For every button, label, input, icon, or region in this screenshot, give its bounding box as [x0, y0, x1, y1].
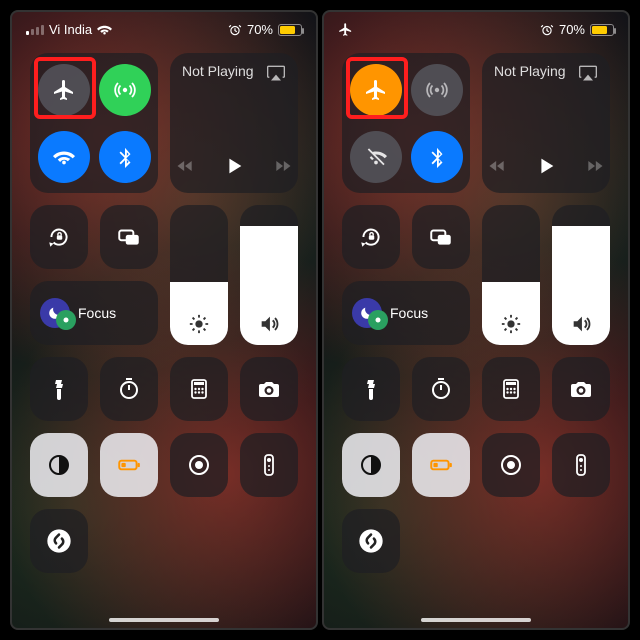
connectivity-module[interactable] — [30, 53, 158, 193]
airplay-icon[interactable] — [266, 63, 286, 83]
wifi-toggle[interactable] — [350, 131, 402, 183]
focus-button[interactable]: Focus — [30, 281, 158, 345]
status-bar: Vi India 70% — [12, 12, 316, 41]
focus-label: Focus — [78, 305, 116, 321]
brightness-slider[interactable] — [482, 205, 540, 345]
apple-tv-remote-button[interactable] — [552, 433, 610, 497]
airplane-mode-toggle[interactable] — [350, 64, 402, 116]
battery-percent: 70% — [559, 22, 585, 37]
now-playing-label: Not Playing — [182, 63, 254, 79]
camera-button[interactable] — [552, 357, 610, 421]
battery-icon — [590, 24, 614, 36]
prev-track-button[interactable] — [175, 156, 195, 176]
screen-mirroring-button[interactable] — [412, 205, 470, 269]
wifi-status-icon — [97, 22, 112, 37]
airplane-mode-toggle[interactable] — [38, 64, 90, 116]
bluetooth-toggle[interactable] — [99, 131, 151, 183]
volume-icon — [258, 313, 280, 335]
focus-label: Focus — [390, 305, 428, 321]
control-center-grid: Not Playing Focus — [324, 41, 628, 628]
battery-icon — [278, 24, 302, 36]
brightness-slider[interactable] — [170, 205, 228, 345]
volume-slider[interactable] — [240, 205, 298, 345]
calculator-button[interactable] — [482, 357, 540, 421]
camera-button[interactable] — [240, 357, 298, 421]
prev-track-button[interactable] — [487, 156, 507, 176]
next-track-button[interactable] — [273, 156, 293, 176]
screen-mirroring-button[interactable] — [100, 205, 158, 269]
control-center-screen-left: Vi India 70% Not Playing — [10, 10, 318, 630]
screen-record-button[interactable] — [170, 433, 228, 497]
connectivity-module[interactable] — [342, 53, 470, 193]
shazam-button[interactable] — [342, 509, 400, 573]
carrier-label: Vi India — [49, 22, 92, 37]
media-module[interactable]: Not Playing — [170, 53, 298, 193]
media-module[interactable]: Not Playing — [482, 53, 610, 193]
home-indicator[interactable] — [421, 618, 531, 622]
low-power-mode-toggle[interactable] — [412, 433, 470, 497]
alarm-icon — [228, 23, 242, 37]
focus-button[interactable]: Focus — [342, 281, 470, 345]
volume-slider[interactable] — [552, 205, 610, 345]
wifi-toggle[interactable] — [38, 131, 90, 183]
control-center-screen-right: 70% Not Playing — [322, 10, 630, 630]
moon-icon — [352, 298, 382, 328]
home-indicator[interactable] — [109, 618, 219, 622]
cellular-data-toggle[interactable] — [411, 64, 463, 116]
cellular-data-toggle[interactable] — [99, 64, 151, 116]
battery-percent: 70% — [247, 22, 273, 37]
timer-button[interactable] — [412, 357, 470, 421]
bluetooth-toggle[interactable] — [411, 131, 463, 183]
airplay-icon[interactable] — [578, 63, 598, 83]
alarm-icon — [540, 23, 554, 37]
low-power-mode-toggle[interactable] — [100, 433, 158, 497]
now-playing-label: Not Playing — [494, 63, 566, 79]
status-bar: 70% — [324, 12, 628, 41]
shazam-button[interactable] — [30, 509, 88, 573]
timer-button[interactable] — [100, 357, 158, 421]
play-button[interactable] — [223, 155, 245, 177]
play-button[interactable] — [535, 155, 557, 177]
volume-icon — [570, 313, 592, 335]
moon-icon — [40, 298, 70, 328]
signal-icon — [26, 25, 44, 35]
screen-record-button[interactable] — [482, 433, 540, 497]
flashlight-button[interactable] — [342, 357, 400, 421]
rotation-lock-toggle[interactable] — [342, 205, 400, 269]
brightness-icon — [188, 313, 210, 335]
flashlight-button[interactable] — [30, 357, 88, 421]
airplane-status-icon — [338, 22, 353, 37]
dark-mode-toggle[interactable] — [30, 433, 88, 497]
next-track-button[interactable] — [585, 156, 605, 176]
rotation-lock-toggle[interactable] — [30, 205, 88, 269]
calculator-button[interactable] — [170, 357, 228, 421]
control-center-grid: Not Playing Focus — [12, 41, 316, 628]
brightness-icon — [500, 313, 522, 335]
apple-tv-remote-button[interactable] — [240, 433, 298, 497]
dark-mode-toggle[interactable] — [342, 433, 400, 497]
